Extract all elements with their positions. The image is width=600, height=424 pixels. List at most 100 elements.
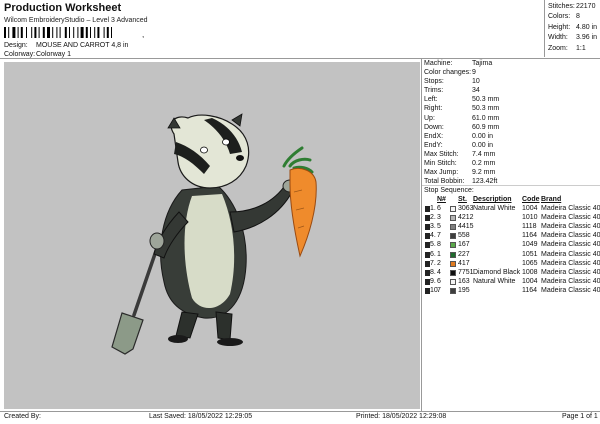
needle-number: 5 xyxy=(437,223,441,231)
thread-brand: Madeira Classic 40 xyxy=(541,250,600,258)
header-n: N# xyxy=(437,196,446,203)
thread-code: 1049 xyxy=(522,241,538,249)
table-row: 3. 5 4415 1118 Madeira Classic 40 xyxy=(424,223,600,232)
table-row: 8. 4 7751 Diamond Black 1008 Madeira Classic … xyxy=(424,269,600,278)
info-right: Right: 50.3 mm xyxy=(424,105,500,113)
color-swatch xyxy=(450,215,456,222)
design-value: MOUSE AND CARROT 4,8 in xyxy=(36,42,129,49)
stitch-count: 417 xyxy=(458,259,470,267)
table-row: 7. 2 417 1065 Madeira Classic 40 xyxy=(424,260,600,269)
header-description: Description xyxy=(473,196,512,203)
info-trims: Trims: 34 xyxy=(424,87,480,95)
thread-brand: Madeira Classic 40 xyxy=(541,214,600,222)
thread-description: Natural White xyxy=(473,205,516,212)
thread-brand: Madeira Classic 40 xyxy=(541,232,600,240)
design-label: Design: xyxy=(4,42,28,49)
stitch-count: 195 xyxy=(458,286,470,294)
stop-number: 1. xyxy=(430,205,436,212)
thread-code: 1010 xyxy=(522,214,538,222)
stop-number: 6. xyxy=(430,250,436,258)
thread-description: Natural White xyxy=(473,277,516,285)
header-brand: Brand xyxy=(541,196,562,203)
colorway-value: Colorway 1 xyxy=(36,51,72,58)
table-row: 4. 7 558 1164 Madeira Classic 40 xyxy=(424,232,600,241)
thread-code: 1065 xyxy=(522,259,538,267)
color-swatch xyxy=(450,242,456,249)
thread-brand: Madeira Classic 40 xyxy=(541,277,600,285)
design-canvas xyxy=(4,62,420,409)
thread-brand: Madeira Classic 40 xyxy=(541,241,600,249)
info-endy: EndY: 0.00 in xyxy=(424,141,494,149)
thread-brand: Madeira Classic 40 xyxy=(541,259,600,267)
needle-number: 1 xyxy=(437,250,441,258)
stitch-count: 227 xyxy=(458,250,470,258)
needle-number: 8 xyxy=(437,241,441,249)
thread-code: 1051 xyxy=(522,250,538,258)
stats-panel: Stitches: 22170 Colors: 8 Height: 4.80 in W… xyxy=(545,3,600,55)
info-min-stitch: Min Stitch: 0.2 mm xyxy=(424,160,496,168)
stat-colors: Colors: 8 xyxy=(548,13,580,21)
color-swatch xyxy=(450,206,456,212)
badger-figure xyxy=(149,179,298,346)
needle-number: 3 xyxy=(437,214,441,222)
stitch-count: 4415 xyxy=(458,223,474,231)
info-up: Up: 61.0 mm xyxy=(424,114,500,122)
info-endx: EndX: 0.00 in xyxy=(424,132,494,140)
stitch-count: 4212 xyxy=(458,214,474,222)
info-down: Down: 60.9 mm xyxy=(424,123,500,131)
table-row: 5. 8 167 1049 Madeira Classic 40 xyxy=(424,241,600,250)
needle-number: 6 xyxy=(437,277,441,285)
table-row: 9. 6 163 Natural White 1004 Madeira Classic 4… xyxy=(424,278,600,287)
needle-number: 6 xyxy=(437,205,441,212)
footer-page: Page 1 of 1 xyxy=(562,413,598,420)
info-max-stitch: Max Stitch: 7.4 mm xyxy=(424,150,496,158)
color-swatch xyxy=(450,269,456,276)
footer-last-saved: Last Saved: 18/05/2022 12:29:05 xyxy=(149,413,253,420)
worksheet-page: Production Worksheet Wilcom EmbroiderySt… xyxy=(0,0,600,424)
stitch-count: 163 xyxy=(458,277,470,285)
footer-printed: Printed: 18/05/2022 12:29:08 xyxy=(356,413,447,420)
badger-head xyxy=(167,113,250,189)
barcode-separator: , xyxy=(142,30,145,39)
thread-code: 1008 xyxy=(522,268,538,276)
stat-stitches: Stitches: 22170 xyxy=(548,3,596,10)
stop-sequence-divider xyxy=(422,185,600,186)
stop-sequence-title: Stop Sequence: xyxy=(424,187,474,194)
info-color-changes: Color changes: 9 xyxy=(424,69,476,77)
stop-number: 4. xyxy=(430,232,436,240)
stop-number: 5. xyxy=(430,241,436,249)
info-machine: Machine: Tajima xyxy=(424,60,493,67)
info-stops: Stops: 10 xyxy=(424,78,480,86)
stop-number: 2. xyxy=(430,214,436,222)
barcode xyxy=(4,27,112,38)
needle-number: 4 xyxy=(437,268,441,276)
thread-code: 1164 xyxy=(522,232,538,240)
color-swatch xyxy=(450,251,456,258)
color-swatch xyxy=(450,278,456,285)
thread-code: 1004 xyxy=(522,277,538,285)
thread-brand: Madeira Classic 40 xyxy=(541,286,600,294)
stat-height: Height: 4.80 in xyxy=(548,23,598,31)
carrot-icon xyxy=(282,146,317,258)
table-row: 6. 1 227 1051 Madeira Classic 40 xyxy=(424,251,600,260)
page-title: Production Worksheet xyxy=(4,2,122,14)
stat-width: Width: 3.96 in xyxy=(548,34,598,42)
header-divider xyxy=(0,58,600,59)
thread-code: 1164 xyxy=(522,286,538,294)
thread-code: 1004 xyxy=(522,205,538,212)
design-row: Design: MOUSE AND CARROT 4,8 in xyxy=(4,42,204,50)
thread-description: Diamond Black xyxy=(473,268,521,276)
color-swatch xyxy=(450,287,456,294)
needle-number: 2 xyxy=(437,259,441,267)
stitch-count: 167 xyxy=(458,241,470,249)
stop-sequence-header: N# St. Description Code Brand xyxy=(424,196,600,205)
thread-brand: Madeira Classic 40 xyxy=(541,205,600,212)
thread-brand: Madeira Classic 40 xyxy=(541,223,600,231)
header-code: Code xyxy=(522,196,540,203)
info-max-jump: Max Jump: 9.2 mm xyxy=(424,169,496,177)
software-subtitle: Wilcom EmbroideryStudio – Level 3 Advanc… xyxy=(4,17,148,24)
stitch-count: 3063 xyxy=(458,205,474,212)
stitch-count: 7751 xyxy=(458,268,474,276)
stop-number: 9. xyxy=(430,277,436,285)
table-row: 2. 3 4212 1010 Madeira Classic 40 xyxy=(424,214,600,223)
